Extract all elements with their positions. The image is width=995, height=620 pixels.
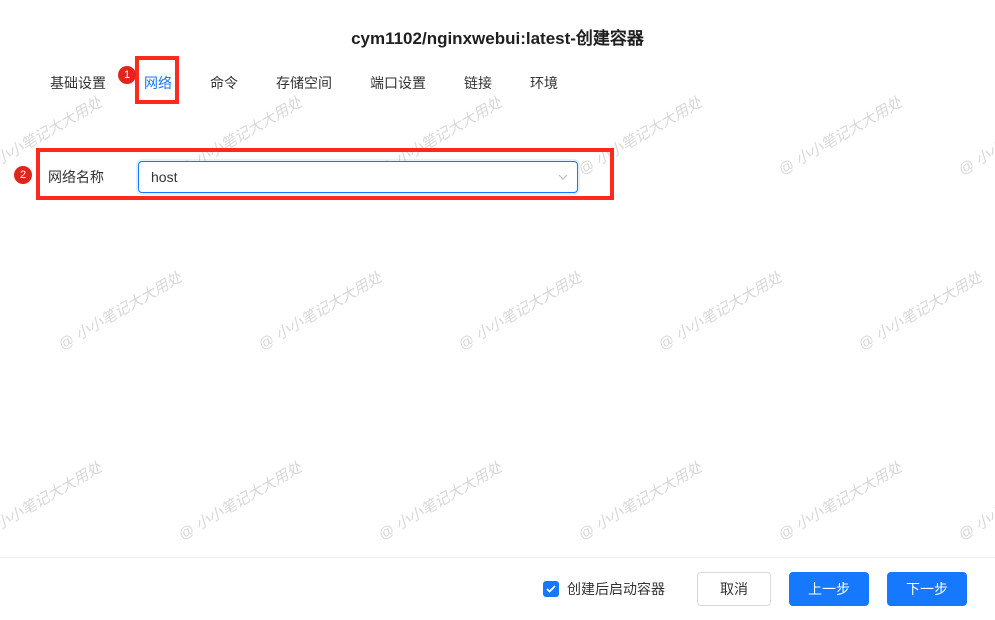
tab-ports[interactable]: 端口设置: [368, 65, 428, 101]
tabs: 基础设置 网络 命令 存储空间 端口设置 链接 环境: [0, 53, 995, 101]
tab-environment[interactable]: 环境: [528, 65, 560, 101]
footer: 创建后启动容器 取消 上一步 下一步: [0, 557, 995, 620]
network-name-row: 网络名称: [48, 161, 947, 193]
watermark: @ 小小笔记大大用处: [854, 267, 985, 355]
annotation-marker-2: 2: [14, 166, 32, 184]
network-name-select[interactable]: [138, 161, 578, 193]
watermark: @ 小小笔记大大用处: [174, 457, 305, 545]
watermark: @ 小小笔记大大用处: [954, 457, 995, 545]
tab-command[interactable]: 命令: [208, 65, 240, 101]
watermark: @ 小小笔记大大用处: [254, 267, 385, 355]
watermark: @ 小小笔记大大用处: [454, 267, 585, 355]
tab-storage[interactable]: 存储空间: [274, 65, 334, 101]
watermark: @ 小小笔记大大用处: [0, 457, 105, 545]
network-name-input[interactable]: [138, 161, 578, 193]
watermark: @ 小小笔记大大用处: [374, 457, 505, 545]
start-after-create-label: 创建后启动容器: [567, 579, 665, 599]
page-title: cym1102/nginxwebui:latest-创建容器: [0, 0, 995, 53]
prev-button[interactable]: 上一步: [789, 572, 869, 606]
watermark: @ 小小笔记大大用处: [54, 267, 185, 355]
annotation-marker-1: 1: [118, 66, 136, 84]
start-after-create-checkbox[interactable]: 创建后启动容器: [543, 579, 665, 599]
watermark: @ 小小笔记大大用处: [774, 457, 905, 545]
network-name-label: 网络名称: [48, 167, 108, 187]
cancel-button[interactable]: 取消: [697, 572, 771, 606]
next-button[interactable]: 下一步: [887, 572, 967, 606]
tab-basic-settings[interactable]: 基础设置: [48, 65, 108, 101]
checkbox-checked-icon: [543, 581, 559, 597]
tab-links[interactable]: 链接: [462, 65, 494, 101]
tab-network[interactable]: 网络: [142, 65, 174, 101]
watermark: @ 小小笔记大大用处: [574, 457, 705, 545]
watermark: @ 小小笔记大大用处: [654, 267, 785, 355]
